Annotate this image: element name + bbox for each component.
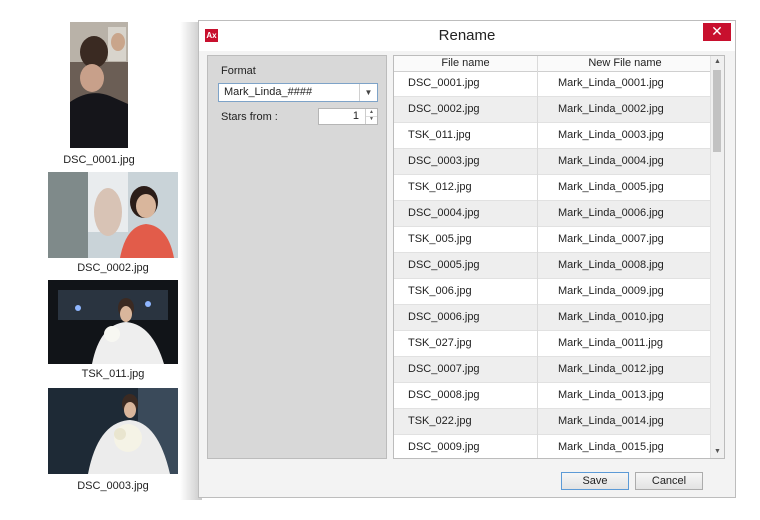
table-row[interactable]: DSC_0005.jpg Mark_Linda_0008.jpg: [394, 253, 712, 279]
close-icon: ✕: [711, 23, 723, 39]
table-row[interactable]: TSK_011.jpg Mark_Linda_0003.jpg: [394, 123, 712, 149]
thumbnail-caption: DSC_0002.jpg: [77, 262, 149, 274]
scroll-up-icon[interactable]: ▲: [711, 56, 724, 68]
format-dropdown[interactable]: Mark_Linda_#### ▼: [218, 83, 378, 102]
cell-new-file-name: Mark_Linda_0010.jpg: [558, 311, 664, 323]
table-row[interactable]: TSK_012.jpg Mark_Linda_0005.jpg: [394, 175, 712, 201]
cell-file-name: DSC_0002.jpg: [408, 103, 480, 115]
cell-new-file-name: Mark_Linda_0014.jpg: [558, 415, 664, 427]
cell-new-file-name: Mark_Linda_0006.jpg: [558, 207, 664, 219]
stars-label: Stars from :: [221, 111, 278, 123]
cell-file-name: DSC_0007.jpg: [408, 363, 480, 375]
format-label: Format: [221, 65, 256, 77]
table-row[interactable]: DSC_0001.jpg Mark_Linda_0001.jpg: [394, 71, 712, 97]
thumbnail-image[interactable]: [48, 388, 178, 474]
stepper-buttons: ▲ ▼: [365, 109, 377, 124]
cell-file-name: DSC_0001.jpg: [408, 77, 480, 89]
table-row[interactable]: DSC_0003.jpg Mark_Linda_0004.jpg: [394, 149, 712, 175]
photo-bride-bouquet: [48, 388, 178, 474]
cell-file-name: TSK_011.jpg: [408, 129, 471, 141]
dialog-title: Rename: [438, 27, 496, 44]
cell-new-file-name: Mark_Linda_0008.jpg: [558, 259, 664, 271]
cell-new-file-name: Mark_Linda_0003.jpg: [558, 129, 664, 141]
thumbnail-image[interactable]: [48, 172, 178, 258]
thumbnail-image[interactable]: [70, 22, 128, 148]
column-divider: [537, 56, 538, 458]
cell-new-file-name: Mark_Linda_0002.jpg: [558, 103, 664, 115]
vertical-scrollbar[interactable]: ▲ ▼: [710, 56, 724, 458]
thumbnail-caption: TSK_011.jpg: [81, 368, 145, 380]
scrollbar-thumb[interactable]: [713, 70, 721, 152]
photo-bride-hair: [70, 22, 128, 148]
column-header-file-name[interactable]: File name: [394, 57, 537, 69]
cell-new-file-name: Mark_Linda_0007.jpg: [558, 233, 664, 245]
rename-table: File name New File name DSC_0001.jpg Mark…: [393, 55, 725, 459]
photo-bride-car: [48, 280, 178, 364]
stars-value: 1: [352, 110, 359, 122]
photo-bride-makeup: [48, 172, 178, 258]
table-row[interactable]: TSK_027.jpg Mark_Linda_0011.jpg: [394, 331, 712, 357]
cell-file-name: TSK_006.jpg: [408, 285, 472, 297]
cell-file-name: TSK_012.jpg: [408, 181, 472, 193]
format-value: Mark_Linda_####: [224, 86, 313, 98]
cell-file-name: DSC_0006.jpg: [408, 311, 480, 323]
close-button[interactable]: ✕: [703, 23, 731, 41]
stars-stepper[interactable]: 1 ▲ ▼: [318, 108, 378, 125]
cell-new-file-name: Mark_Linda_0001.jpg: [558, 77, 664, 89]
cell-file-name: TSK_005.jpg: [408, 233, 472, 245]
table-header: File name New File name: [394, 56, 712, 72]
thumbnail-caption: DSC_0003.jpg: [77, 480, 149, 492]
table-row[interactable]: DSC_0008.jpg Mark_Linda_0013.jpg: [394, 383, 712, 409]
save-button[interactable]: Save: [561, 472, 629, 490]
cell-file-name: TSK_022.jpg: [408, 415, 472, 427]
table-row[interactable]: DSC_0002.jpg Mark_Linda_0002.jpg: [394, 97, 712, 123]
cell-file-name: DSC_0003.jpg: [408, 155, 480, 167]
table-row[interactable]: TSK_005.jpg Mark_Linda_0007.jpg: [394, 227, 712, 253]
cell-new-file-name: Mark_Linda_0009.jpg: [558, 285, 664, 297]
cell-new-file-name: Mark_Linda_0011.jpg: [558, 337, 663, 349]
cell-file-name: DSC_0009.jpg: [408, 441, 480, 453]
cancel-button[interactable]: Cancel: [635, 472, 703, 490]
cell-file-name: TSK_027.jpg: [408, 337, 472, 349]
cell-file-name: DSC_0005.jpg: [408, 259, 480, 271]
table-row[interactable]: TSK_006.jpg Mark_Linda_0009.jpg: [394, 279, 712, 305]
table-row[interactable]: DSC_0006.jpg Mark_Linda_0010.jpg: [394, 305, 712, 331]
table-row[interactable]: DSC_0007.jpg Mark_Linda_0012.jpg: [394, 357, 712, 383]
table-row[interactable]: DSC_0004.jpg Mark_Linda_0006.jpg: [394, 201, 712, 227]
thumbnail-image[interactable]: [48, 280, 178, 364]
table-row[interactable]: TSK_022.jpg Mark_Linda_0014.jpg: [394, 409, 712, 435]
cell-new-file-name: Mark_Linda_0004.jpg: [558, 155, 664, 167]
cell-file-name: DSC_0008.jpg: [408, 389, 480, 401]
thumbnail-caption: DSC_0001.jpg: [63, 154, 135, 166]
cell-new-file-name: Mark_Linda_0005.jpg: [558, 181, 664, 193]
title-bar[interactable]: Ax Rename ✕: [199, 21, 735, 51]
stepper-down-icon[interactable]: ▼: [366, 116, 377, 123]
table-row[interactable]: DSC_0009.jpg Mark_Linda_0015.jpg: [394, 435, 712, 458]
rename-dialog: Ax Rename ✕ Format Mark_Linda_#### ▼ Sta…: [198, 20, 736, 498]
cell-file-name: DSC_0004.jpg: [408, 207, 480, 219]
options-panel: Format Mark_Linda_#### ▼ Stars from : 1 …: [207, 55, 387, 459]
column-header-new-file-name[interactable]: New File name: [538, 57, 712, 69]
cell-new-file-name: Mark_Linda_0013.jpg: [558, 389, 664, 401]
cell-new-file-name: Mark_Linda_0015.jpg: [558, 441, 664, 453]
chevron-down-icon[interactable]: ▼: [359, 84, 377, 101]
scroll-down-icon[interactable]: ▼: [711, 446, 724, 458]
thumbnail-strip: DSC_0001.jpg DSC_0002.jpg TSK_011.jpg DS…: [0, 0, 202, 520]
cell-new-file-name: Mark_Linda_0012.jpg: [558, 363, 664, 375]
